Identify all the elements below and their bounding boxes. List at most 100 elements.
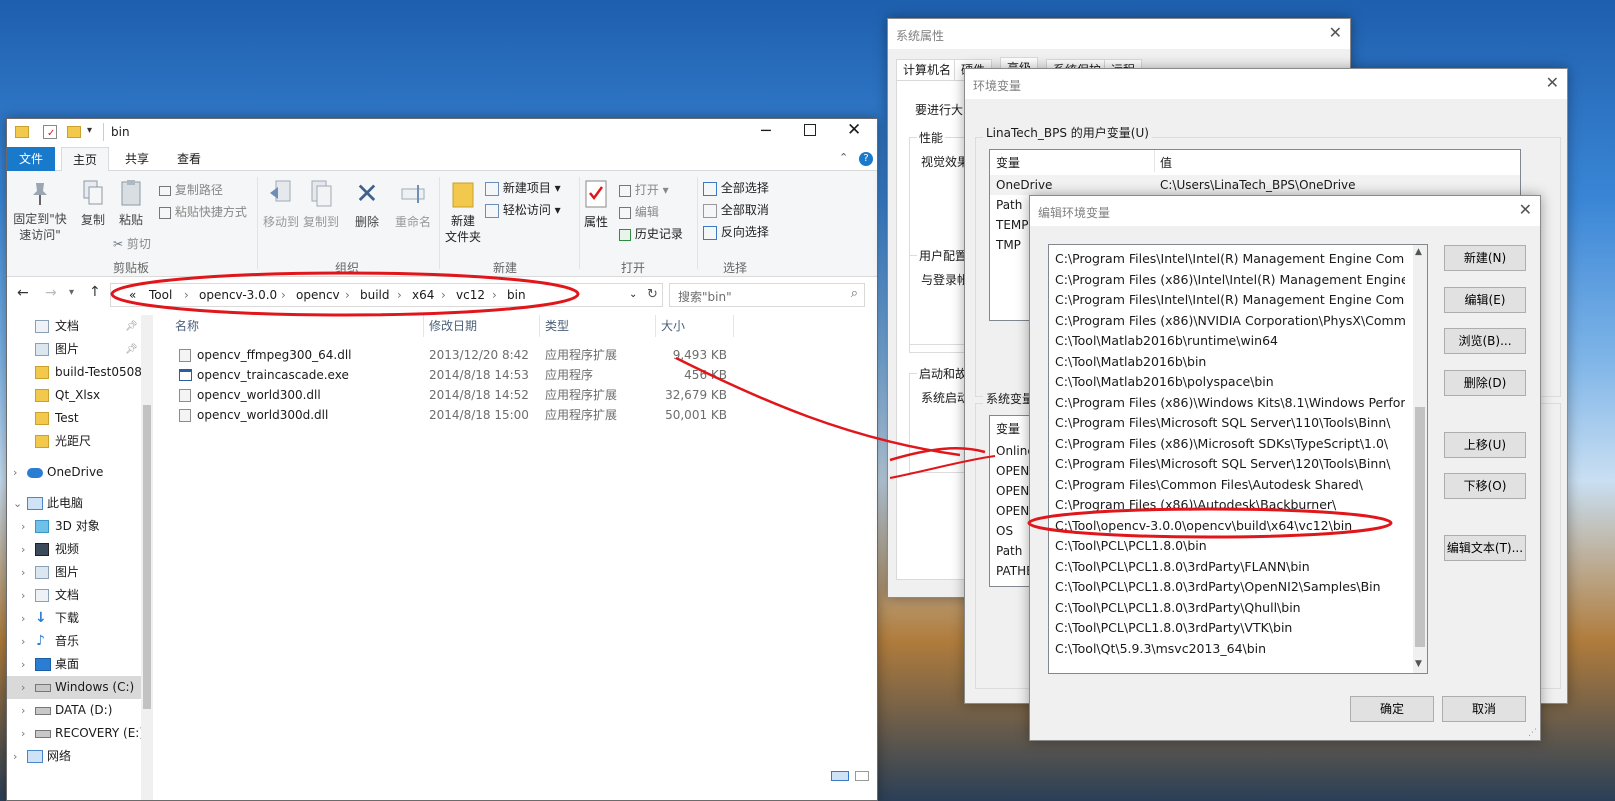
column-header-size[interactable]: 大小 xyxy=(661,317,685,334)
address-dropdown-icon[interactable]: ⌄ xyxy=(629,289,637,300)
help-icon[interactable]: ? xyxy=(859,152,873,166)
chevron-right-icon[interactable]: › xyxy=(21,538,25,561)
nav-item-network[interactable]: › 网络 xyxy=(7,745,149,768)
nav-item-data-d[interactable]: › DATA (D:) xyxy=(7,699,149,722)
pin-icon[interactable]: 📌︎ xyxy=(125,315,138,338)
chevron-right-icon[interactable]: › xyxy=(13,745,17,768)
column-header-type[interactable]: 类型 xyxy=(545,317,569,334)
path-list-item[interactable]: C:\Program Files\Intel\Intel(R) Manageme… xyxy=(1055,290,1405,310)
path-list-item[interactable]: C:\Program Files (x86)\Autodesk\Backburn… xyxy=(1055,495,1405,515)
path-list-item[interactable]: C:\Program Files\Common Files\Autodesk S… xyxy=(1055,475,1405,495)
close-button[interactable]: ✕ xyxy=(847,120,861,140)
path-list-item[interactable]: C:\Program Files (x86)\NVIDIA Corporatio… xyxy=(1055,311,1405,331)
open-button[interactable]: 打开 ▾ xyxy=(619,181,669,198)
chevron-right-icon[interactable]: › xyxy=(21,653,25,676)
path-list-item[interactable]: C:\Program Files\Microsoft SQL Server\12… xyxy=(1055,454,1405,474)
paste-button[interactable]: 粘贴 xyxy=(111,179,151,228)
new-button[interactable]: 新建(N) xyxy=(1444,245,1526,271)
details-view-icon[interactable] xyxy=(831,771,849,781)
new-item-button[interactable]: 新建项目 ▾ xyxy=(485,179,561,196)
path-list-item[interactable]: C:\Program Files (x86)\Windows Kits\8.1\… xyxy=(1055,393,1405,413)
nav-scrollbar[interactable] xyxy=(141,315,153,800)
properties-button[interactable]: 属性 xyxy=(581,179,611,230)
tab-file[interactable]: 文件 xyxy=(7,147,55,171)
move-up-button[interactable]: 上移(U) xyxy=(1444,432,1526,458)
properties-icon[interactable]: ✓ xyxy=(43,125,57,139)
file-row[interactable]: opencv_world300d.dll 2014/8/18 15:00 应用程… xyxy=(175,405,735,426)
chevron-right-icon[interactable]: › xyxy=(21,699,25,722)
resize-grip-icon[interactable]: ⋰ xyxy=(1528,728,1537,738)
edit-button[interactable]: 编辑(E) xyxy=(1444,287,1526,313)
address-bar[interactable]: « Tool › opencv-3.0.0 › opencv › build ›… xyxy=(110,283,663,307)
nav-item-onedrive[interactable]: › OneDrive xyxy=(7,461,149,484)
path-list-item[interactable]: C:\Tool\PCL\PCL1.8.0\3rdParty\OpenNI2\Sa… xyxy=(1055,577,1405,597)
file-row[interactable]: opencv_ffmpeg300_64.dll 2013/12/20 8:42 … xyxy=(175,345,735,366)
chevron-right-icon[interactable]: › xyxy=(21,630,25,653)
col-header-var[interactable]: 变量 xyxy=(996,154,1020,171)
close-button[interactable]: ✕ xyxy=(1546,73,1559,92)
path-list-item[interactable]: C:\Tool\Matlab2016b\bin xyxy=(1055,352,1405,372)
chevron-right-icon[interactable]: › xyxy=(21,676,25,699)
path-list-item[interactable]: C:\Program Files (x86)\Microsoft SDKs\Ty… xyxy=(1055,434,1405,454)
nav-item-test[interactable]: Test xyxy=(7,407,149,430)
var-name[interactable]: OS xyxy=(996,524,1013,538)
breadcrumb-opencv-300[interactable]: opencv-3.0.0 xyxy=(199,288,277,302)
path-list-item[interactable]: C:\Tool\PCL\PCL1.8.0\3rdParty\Qhull\bin xyxy=(1055,598,1405,618)
move-down-button[interactable]: 下移(O) xyxy=(1444,473,1526,499)
pin-icon[interactable]: 📌︎ xyxy=(125,338,138,361)
history-button[interactable]: 历史记录 xyxy=(619,225,683,242)
tab-home[interactable]: 主页 xyxy=(61,147,109,171)
forward-arrow-icon[interactable]: → xyxy=(45,285,57,301)
path-list-item[interactable]: C:\Program Files (x86)\Intel\Intel(R) Ma… xyxy=(1055,270,1405,290)
nav-item-this-pc[interactable]: ⌄ 此电脑 xyxy=(7,492,149,515)
tab-computer-name[interactable]: 计算机名 xyxy=(896,59,959,81)
copy-button[interactable]: 复制 xyxy=(73,179,113,228)
var-name[interactable]: Path xyxy=(996,198,1022,212)
move-to-button[interactable]: 移动到 xyxy=(261,179,301,230)
path-list-item[interactable]: C:\Tool\PCL\PCL1.8.0\bin xyxy=(1055,536,1405,556)
col-header-val[interactable]: 值 xyxy=(1160,154,1172,171)
nav-item-downloads[interactable]: › ↓ 下载 xyxy=(7,607,149,630)
new-folder-icon[interactable] xyxy=(67,126,81,138)
search-icon[interactable]: ⌕ xyxy=(851,286,858,301)
edit-button[interactable]: 编辑 xyxy=(619,203,659,220)
nav-item-music[interactable]: › ♪ 音乐 xyxy=(7,630,149,653)
breadcrumb-opencv[interactable]: opencv xyxy=(296,288,340,302)
copy-path-button[interactable]: 复制路径 xyxy=(159,181,223,198)
close-button[interactable]: ✕ xyxy=(1519,200,1532,219)
column-header-date[interactable]: 修改日期 xyxy=(429,317,477,334)
breadcrumb-overflow[interactable]: « xyxy=(129,288,136,302)
ok-button[interactable]: 确定 xyxy=(1350,696,1434,722)
cancel-button[interactable]: 取消 xyxy=(1442,696,1526,722)
breadcrumb-vc12[interactable]: vc12 xyxy=(456,288,485,302)
back-arrow-icon[interactable]: ← xyxy=(17,285,29,301)
cut-button[interactable]: ✂ 剪切 xyxy=(113,235,151,252)
path-list-item[interactable]: C:\Tool\Matlab2016b\runtime\win64 xyxy=(1055,331,1405,351)
chevron-right-icon[interactable]: › xyxy=(21,722,25,745)
file-row[interactable]: opencv_world300.dll 2014/8/18 14:52 应用程序… xyxy=(175,385,735,406)
path-list-item[interactable]: C:\Tool\Qt\5.9.3\msvc2013_64\bin xyxy=(1055,639,1405,659)
nav-item-pictures[interactable]: › 图片 xyxy=(7,561,149,584)
scroll-down-icon[interactable]: ▼ xyxy=(1415,659,1422,669)
nav-item-pictures-pinned[interactable]: 图片 📌︎ xyxy=(7,338,149,361)
chevron-right-icon[interactable]: › xyxy=(13,461,17,484)
recent-chevron-icon[interactable]: ▾ xyxy=(69,287,74,298)
easy-access-button[interactable]: 轻松访问 ▾ xyxy=(485,201,561,218)
breadcrumb-build[interactable]: build xyxy=(360,288,390,302)
path-list-item[interactable]: C:\Tool\Matlab2016b\polyspace\bin xyxy=(1055,372,1405,392)
minimize-button[interactable]: ─ xyxy=(761,121,771,140)
path-list-item[interactable]: C:\Program Files\Microsoft SQL Server\11… xyxy=(1055,413,1405,433)
breadcrumb-tool[interactable]: Tool xyxy=(149,288,172,302)
scroll-up-icon[interactable]: ▲ xyxy=(1415,247,1422,257)
scrollbar-thumb[interactable] xyxy=(143,405,151,709)
breadcrumb-x64[interactable]: x64 xyxy=(412,288,434,302)
chevron-right-icon[interactable]: › xyxy=(21,584,25,607)
chevron-right-icon[interactable]: › xyxy=(21,515,25,538)
chevron-right-icon[interactable]: › xyxy=(21,561,25,584)
rename-button[interactable]: 重命名 xyxy=(391,179,435,230)
nav-item-3d-objects[interactable]: › 3D 对象 xyxy=(7,515,149,538)
large-icons-view-icon[interactable] xyxy=(855,771,869,781)
var-name[interactable]: OPEN xyxy=(996,504,1029,518)
pin-quick-access-button[interactable]: 固定到"快速访问" xyxy=(11,179,69,243)
nav-item-desktop[interactable]: › 桌面 xyxy=(7,653,149,676)
